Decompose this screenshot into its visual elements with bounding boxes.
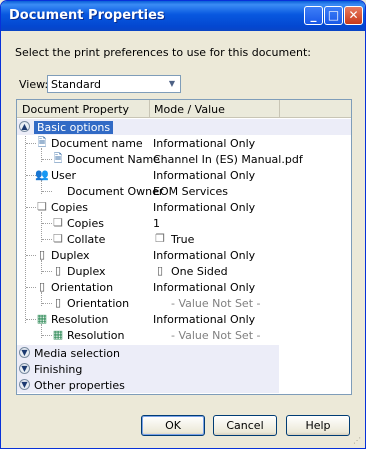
orientation-icon: ▯ — [54, 296, 62, 309]
help-button[interactable]: Help — [286, 415, 350, 436]
tree-row-finishing[interactable]: ▼ Finishing — [17, 361, 279, 377]
copies-icon: ❏ — [37, 200, 47, 213]
window-title: Document Properties — [9, 8, 165, 23]
tree-row-document-name-value[interactable]: 🗎 Document Name Channel In (ES) Manual.p… — [17, 151, 351, 167]
tree-row-copies[interactable]: ❏ Copies Informational Only — [17, 199, 351, 215]
expand-icon[interactable]: ▼ — [19, 363, 30, 374]
orientation-icon: ▯ — [38, 280, 46, 293]
column-header-value[interactable]: Mode / Value — [149, 100, 279, 118]
tree-row-orientation[interactable]: ▯ Orientation Informational Only — [17, 279, 351, 295]
resolution-icon: ▦ — [36, 312, 48, 325]
tree-row-media-selection[interactable]: ▼ Media selection — [17, 345, 279, 361]
title-bar[interactable]: Document Properties _ □ ✕ — [1, 1, 365, 31]
tree-row-document-name[interactable]: 🗎 Document name Informational Only — [17, 135, 351, 151]
tree-row-duplex-value[interactable]: ▯ Duplex ▯ One Sided — [17, 263, 351, 279]
tree-row-document-owner[interactable]: Document Owner EOM Services — [17, 183, 351, 199]
instruction-text: Select the print preferences to use for … — [15, 46, 311, 59]
properties-tree-grid[interactable]: Document Property Mode / Value ▲ Basic o… — [16, 99, 352, 395]
chevron-down-icon[interactable]: ▼ — [166, 77, 178, 91]
close-button[interactable]: ✕ — [344, 6, 363, 25]
resize-grip-icon[interactable]: ⋰ — [353, 436, 363, 446]
document-icon: 🗎 — [37, 136, 47, 149]
one-sided-icon: ▯ — [156, 264, 164, 277]
tree-row-orientation-value[interactable]: ▯ Orientation - Value Not Set - — [17, 295, 351, 311]
maximize-button[interactable]: □ — [324, 6, 343, 25]
collapse-icon[interactable]: ▲ — [19, 121, 30, 132]
tree-row-collate[interactable]: ❏ Collate ❐ True — [17, 231, 351, 247]
tree-row-resolution-value[interactable]: ▦ Resolution - Value Not Set - — [17, 327, 351, 343]
resolution-icon: ▦ — [52, 328, 64, 341]
tree-row-basic-options[interactable]: ▲ Basic options — [17, 119, 351, 135]
collate-icon: ❐ — [155, 232, 165, 245]
expand-icon[interactable]: ▼ — [19, 379, 30, 390]
view-select-value: Standard — [51, 78, 102, 91]
copies-icon: ❏ — [53, 232, 63, 245]
duplex-icon: ▯ — [54, 264, 62, 277]
column-header-empty — [279, 100, 351, 118]
cancel-button[interactable]: Cancel — [213, 415, 277, 436]
document-properties-dialog: Document Properties _ □ ✕ Select the pri… — [0, 0, 366, 449]
tree-line — [42, 191, 52, 192]
minimize-button[interactable]: _ — [304, 6, 323, 25]
user-icon: 👥 — [35, 168, 49, 181]
ok-button[interactable]: OK — [141, 415, 205, 436]
tree-row-user[interactable]: 👥 User Informational Only — [17, 167, 351, 183]
view-select[interactable]: Standard ▼ — [47, 75, 181, 93]
expand-icon[interactable]: ▼ — [19, 347, 30, 358]
tree-row-resolution[interactable]: ▦ Resolution Informational Only — [17, 311, 351, 327]
tree-row-other-properties[interactable]: ▼ Other properties — [17, 377, 279, 393]
tree-row-copies-value[interactable]: ❏ Copies 1 — [17, 215, 351, 231]
document-icon: 🗎 — [53, 152, 63, 165]
copies-icon: ❏ — [53, 216, 63, 229]
duplex-icon: ▯ — [38, 248, 46, 261]
tree-row-duplex[interactable]: ▯ Duplex Informational Only — [17, 247, 351, 263]
column-header-property[interactable]: Document Property — [17, 100, 149, 118]
view-label: View: — [19, 78, 49, 91]
